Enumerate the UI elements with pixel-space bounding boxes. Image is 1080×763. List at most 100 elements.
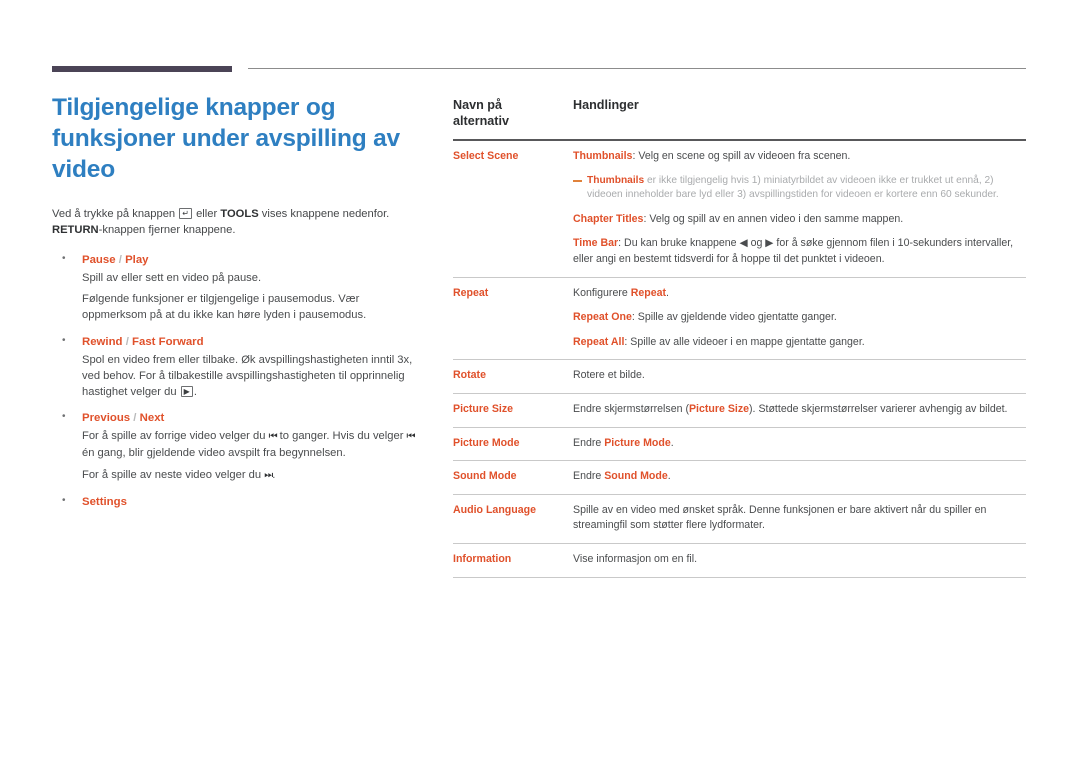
- intro-prefix: Ved å trykke på knappen: [52, 208, 176, 220]
- action-text: .: [667, 470, 671, 483]
- action-paragraph: Repeat One: Spille av gjeldende video gj…: [573, 310, 1018, 326]
- row-action-select-scene: Thumbnails: Velg en scene og spill av vi…: [573, 140, 1026, 278]
- header-line-2: alternativ: [453, 114, 509, 128]
- list-item: Pause / Play Spill av eller sett en vide…: [52, 251, 424, 324]
- action-term: Repeat All: [573, 335, 625, 348]
- intro-paragraph: Ved å trykke på knappen ↵ eller TOOLS vi…: [52, 207, 424, 238]
- bullet-head-sep: /: [133, 412, 137, 425]
- bullet-text: to ganger. Hvis du velger: [279, 430, 404, 443]
- right-column: Navn på alternativ Handlinger Select Sce…: [453, 92, 1026, 578]
- action-term: Picture Size: [688, 402, 750, 415]
- action-paragraph: Endre Picture Mode.: [573, 436, 1018, 452]
- feature-bullet-list: Pause / Play Spill av eller sett en vide…: [52, 251, 424, 510]
- table-row: Picture Mode Endre Picture Mode.: [453, 427, 1026, 462]
- intro-tools-label: TOOLS: [220, 208, 259, 220]
- action-paragraph: Chapter Titles: Velg og spill av en anne…: [573, 212, 1018, 228]
- action-text: : Spille av gjeldende video gjentatte ga…: [631, 311, 837, 324]
- header-rule-thick: [52, 66, 232, 72]
- table-header-row: Navn på alternativ Handlinger: [453, 92, 1026, 141]
- action-term: Time Bar: [573, 237, 619, 250]
- intro-end: -knappen fjerner knappene.: [98, 223, 236, 236]
- table-row: Repeat Konfigurere Repeat. Repeat One: S…: [453, 277, 1026, 361]
- row-action-picture-size: Endre skjermstørrelsen (Picture Size). S…: [573, 393, 1026, 428]
- header-rule-thin: [248, 68, 1026, 69]
- bullet-text: For å spille av forrige video velger du: [82, 430, 266, 443]
- column-header-actions: Handlinger: [573, 92, 1026, 141]
- intro-after: vises knappene nedenfor.: [261, 208, 390, 220]
- bullet-head-a: Rewind: [82, 335, 123, 348]
- row-name-repeat: Repeat: [453, 277, 573, 361]
- action-text: : Spille av alle videoer i en mappe gjen…: [624, 335, 865, 348]
- table-row: Picture Size Endre skjermstørrelsen (Pic…: [453, 393, 1026, 428]
- action-term: Sound Mode: [604, 470, 668, 483]
- action-text: .: [666, 286, 669, 299]
- list-item: Previous / Next For å spille av forrige …: [52, 409, 424, 484]
- action-term: Chapter Titles: [573, 212, 644, 225]
- bullet-body-line: For å spille av forrige video velger du …: [82, 428, 424, 461]
- row-name-picture-mode: Picture Mode: [453, 427, 573, 462]
- action-term: Picture Mode: [604, 436, 671, 449]
- bullet-body-line: For å spille av neste video velger du ⏭.: [82, 467, 424, 484]
- table-row: Sound Mode Endre Sound Mode.: [453, 460, 1026, 495]
- action-text: : Velg og spill av en annen video i den …: [643, 212, 904, 225]
- skip-back-icon: ⏮: [406, 431, 416, 443]
- row-action-information: Vise informasjon om en fil.: [573, 543, 1026, 578]
- bullet-head-sep: /: [125, 335, 129, 348]
- bullet-heading-settings: Settings: [82, 494, 424, 510]
- document-page: Tilgjengelige knapper og funksjoner unde…: [0, 0, 1080, 763]
- action-paragraph: Vise informasjon om en fil.: [573, 552, 698, 565]
- action-paragraph: Time Bar: Du kan bruke knappene ◀ og ▶ f…: [573, 236, 1018, 267]
- action-prefix: Endre: [573, 436, 605, 449]
- intro-mid: eller: [196, 208, 218, 220]
- left-column: Tilgjengelige knapper og funksjoner unde…: [52, 92, 424, 520]
- action-term: Repeat One: [573, 311, 632, 324]
- action-term: Thumbnails: [573, 150, 633, 162]
- bullet-heading-previous-next: Previous / Next: [82, 410, 424, 426]
- options-table: Navn på alternativ Handlinger Select Sce…: [453, 92, 1026, 578]
- list-item: Rewind / Fast Forward Spol en video frem…: [52, 333, 424, 401]
- header-line-1: Navn på: [453, 98, 502, 112]
- bullet-head-b: Play: [125, 254, 149, 266]
- action-paragraph: Endre skjermstørrelsen (Picture Size). S…: [573, 402, 1018, 418]
- enter-key-icon: ↵: [179, 208, 192, 219]
- table-row: Select Scene Thumbnails: Velg en scene o…: [453, 140, 1026, 278]
- table-row: Rotate Rotere et bilde.: [453, 359, 1026, 394]
- intro-return-label: RETURN: [52, 223, 99, 236]
- bullet-text-tail: .: [193, 386, 197, 399]
- bullet-head-a: Settings: [82, 495, 127, 508]
- bullet-text: én gang, blir gjeldende video avspilt fr…: [82, 447, 346, 460]
- note-text: er ikke tilgjengelig hvis 1) miniatyrbil…: [587, 174, 999, 201]
- row-name-sound-mode: Sound Mode: [453, 460, 573, 495]
- bullet-text: Spol en video frem eller tilbake. Øk avs…: [82, 353, 413, 399]
- action-paragraph: Konfigurere Repeat.: [573, 286, 1018, 302]
- row-action-rotate: Rotere et bilde.: [573, 359, 1026, 394]
- action-prefix: Endre skjermstørrelsen (: [573, 402, 689, 415]
- action-text: .: [670, 436, 674, 449]
- action-prefix: Endre: [573, 470, 605, 483]
- bullet-head-sep: /: [118, 254, 122, 266]
- bullet-head-b: Next: [139, 412, 165, 425]
- action-paragraph: Repeat All: Spille av alle videoer i en …: [573, 335, 1018, 351]
- bullet-head-a: Pause: [82, 254, 116, 266]
- action-paragraph: Rotere et bilde.: [573, 369, 645, 382]
- row-name-audio-language: Audio Language: [453, 494, 573, 544]
- table-row: Audio Language Spille av en video med øn…: [453, 494, 1026, 544]
- row-action-repeat: Konfigurere Repeat. Repeat One: Spille a…: [573, 277, 1026, 361]
- bullet-body-line: Spill av eller sett en video på pause.: [82, 272, 262, 284]
- bullet-head-b: Fast Forward: [132, 335, 204, 348]
- action-text: ). Støttede skjermstørrelser varierer av…: [749, 402, 1008, 415]
- row-name-picture-size: Picture Size: [453, 393, 573, 428]
- action-text: : Du kan bruke knappene ◀ og ▶ for å søk…: [573, 237, 1014, 265]
- row-action-sound-mode: Endre Sound Mode.: [573, 460, 1026, 495]
- action-note: Thumbnails er ikke tilgjengelig hvis 1) …: [573, 174, 1018, 203]
- row-name-rotate: Rotate: [453, 359, 573, 394]
- row-action-picture-mode: Endre Picture Mode.: [573, 427, 1026, 462]
- table-row: Information Vise informasjon om en fil.: [453, 543, 1026, 578]
- action-prefix: Konfigurere: [573, 286, 631, 299]
- row-name-information: Information: [453, 543, 573, 578]
- action-text: : Velg en scene og spill av videoen fra …: [632, 150, 851, 162]
- skip-back-icon: ⏮: [268, 431, 278, 443]
- bullet-text-tail: .: [272, 468, 276, 481]
- action-paragraph: Endre Sound Mode.: [573, 469, 1018, 485]
- bullet-body-line: Spol en video frem eller tilbake. Øk avs…: [82, 352, 424, 401]
